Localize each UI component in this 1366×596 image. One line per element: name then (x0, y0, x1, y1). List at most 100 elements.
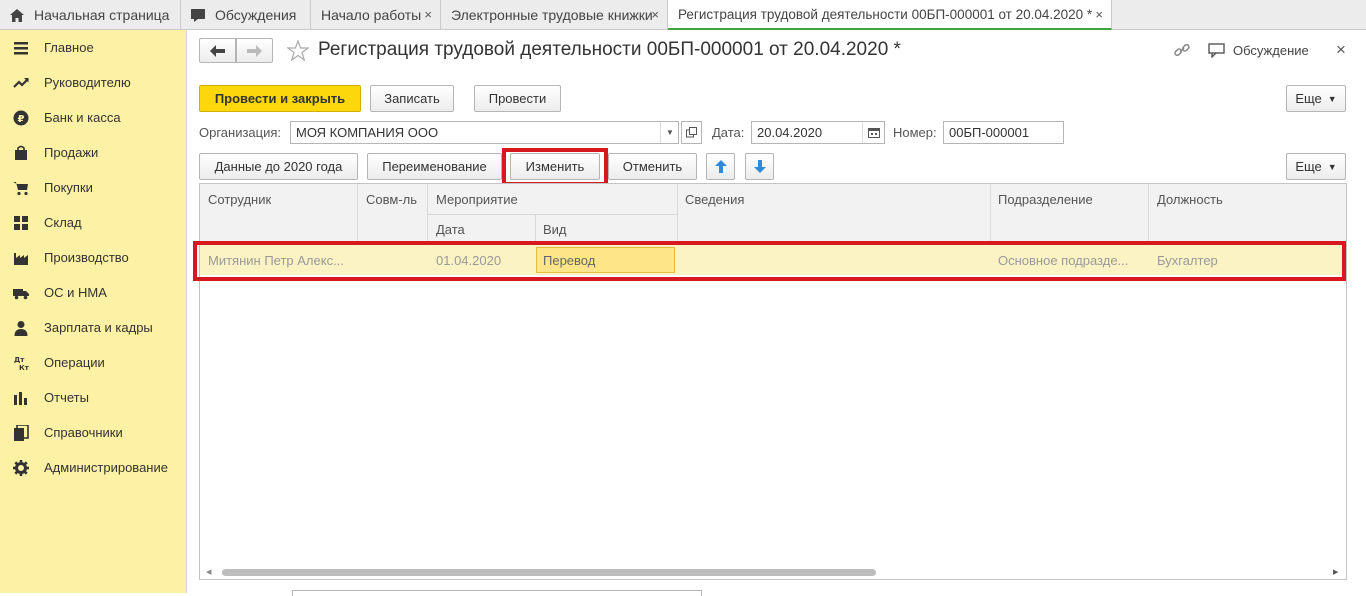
truck-icon (13, 289, 29, 300)
tab-label: Начальная страница (34, 7, 170, 23)
home-icon (10, 8, 24, 22)
svg-text:Дт: Дт (14, 356, 25, 364)
comment-field[interactable] (292, 590, 702, 596)
sidebar-item-label: Банк и касса (44, 110, 121, 125)
tab-label: Электронные трудовые книжки (451, 7, 653, 23)
tab-label: Начало работы (321, 7, 422, 23)
col-department[interactable]: Подразделение (998, 192, 1093, 207)
tab-electronic-workbooks[interactable]: Электронные трудовые книжки × (441, 0, 668, 30)
close-icon[interactable]: × (424, 7, 432, 22)
scroll-left-icon[interactable]: ◀ (206, 568, 211, 576)
cancel-button[interactable]: Отменить (608, 153, 697, 180)
sidebar-item-label: Справочники (44, 425, 123, 440)
move-up-button[interactable] (706, 153, 735, 180)
post-and-close-button[interactable]: Провести и закрыть (199, 85, 361, 112)
table-more-button[interactable]: Еще ▼ (1286, 153, 1346, 180)
book-icon (14, 425, 29, 441)
sidebar-item-production[interactable]: Производство (0, 240, 187, 275)
dropdown-icon[interactable]: ▼ (660, 122, 679, 143)
tab-label: Регистрация трудовой деятельности 00БП-0… (678, 6, 1093, 22)
col-info[interactable]: Сведения (685, 192, 745, 207)
sidebar-item-reports[interactable]: Отчеты (0, 380, 187, 415)
open-icon[interactable] (681, 121, 702, 144)
sidebar-item-label: Склад (44, 215, 82, 230)
organization-field[interactable]: МОЯ КОМПАНИЯ ООО (290, 121, 679, 144)
col-part-time[interactable]: Совм-ль (366, 192, 418, 207)
sidebar-item-administration[interactable]: Администрирование (0, 450, 187, 485)
sidebar-item-label: Администрирование (44, 460, 168, 475)
back-button[interactable] (199, 38, 236, 63)
bag-icon (15, 145, 27, 160)
col-event-type[interactable]: Вид (543, 222, 567, 237)
scroll-right-icon[interactable]: ▶ (1333, 568, 1338, 576)
person-icon (14, 321, 28, 336)
col-event[interactable]: Мероприятие (436, 192, 518, 207)
warehouse-icon (14, 216, 28, 230)
sidebar-item-fixed-assets[interactable]: ОС и НМА (0, 275, 187, 310)
tab-discussions[interactable]: Обсуждения (181, 0, 311, 30)
pre-2020-data-button[interactable]: Данные до 2020 года (199, 153, 358, 180)
organization-label: Организация: (199, 125, 282, 140)
rename-button[interactable]: Переименование (367, 153, 502, 180)
bar-chart-icon (14, 392, 27, 405)
tab-registration[interactable]: Регистрация трудовой деятельности 00БП-0… (668, 0, 1112, 30)
more-button[interactable]: Еще ▼ (1286, 85, 1346, 112)
sidebar-item-label: ОС и НМА (44, 285, 107, 300)
sidebar-item-sales[interactable]: Продажи (0, 135, 187, 170)
sidebar-item-purchases[interactable]: Покупки (0, 170, 187, 205)
chat-icon (191, 8, 205, 22)
chat-icon (1208, 42, 1225, 58)
col-employee[interactable]: Сотрудник (208, 192, 272, 207)
sidebar-item-label: Зарплата и кадры (44, 320, 153, 335)
scrollbar-thumb[interactable] (222, 569, 876, 576)
sidebar-item-label: Покупки (44, 180, 93, 195)
factory-icon (14, 253, 28, 265)
tab-label: Обсуждения (215, 7, 297, 23)
sidebar-item-label: Руководителю (44, 75, 131, 90)
tab-home[interactable]: Начальная страница (0, 0, 181, 30)
sidebar-item-label: Отчеты (44, 390, 89, 405)
chevron-down-icon: ▼ (1327, 93, 1337, 104)
sidebar-item-directories[interactable]: Справочники (0, 415, 187, 450)
forward-button[interactable] (236, 38, 273, 63)
change-button-highlight (502, 148, 608, 186)
discussion-label: Обсуждение (1233, 42, 1309, 58)
sidebar: Главное Руководителю ₽ Банк и касса Прод… (0, 30, 187, 593)
close-icon[interactable]: × (651, 7, 659, 22)
close-icon[interactable]: × (1095, 7, 1103, 22)
close-form-icon[interactable]: × (1336, 40, 1346, 60)
sidebar-item-label: Главное (44, 40, 94, 55)
gear-icon (13, 460, 29, 476)
sidebar-item-label: Операции (44, 355, 105, 370)
move-down-button[interactable] (745, 153, 774, 180)
dt-kt-icon: ДтКт (14, 356, 29, 371)
organization-value: МОЯ КОМПАНИЯ ООО (296, 125, 439, 140)
horizontal-scrollbar[interactable]: ◀ ▶ (200, 565, 1346, 579)
sidebar-item-manager[interactable]: Руководителю (0, 65, 187, 100)
star-icon[interactable] (287, 40, 309, 61)
date-value: 20.04.2020 (757, 125, 823, 140)
menu-icon (14, 42, 28, 55)
discussion-button[interactable]: Обсуждение (1208, 42, 1309, 58)
ruble-icon: ₽ (13, 110, 29, 126)
arrow-down-icon (753, 160, 766, 173)
sidebar-item-salary[interactable]: Зарплата и кадры (0, 310, 187, 345)
row-highlight (193, 241, 1346, 281)
number-field[interactable]: 00БП-000001 (943, 121, 1064, 144)
col-position[interactable]: Должность (1157, 192, 1223, 207)
sidebar-item-bank[interactable]: ₽ Банк и касса (0, 100, 187, 135)
sidebar-item-label: Продажи (44, 145, 99, 160)
sidebar-item-main[interactable]: Главное (0, 30, 187, 65)
more-label: Еще (1295, 159, 1322, 174)
save-button[interactable]: Записать (370, 85, 454, 112)
sidebar-item-warehouse[interactable]: Склад (0, 205, 187, 240)
calendar-icon[interactable] (862, 122, 884, 143)
arrow-right-icon (247, 44, 262, 57)
tab-getting-started[interactable]: Начало работы × (311, 0, 441, 30)
sidebar-item-operations[interactable]: Дт Кт Операции (0, 345, 187, 380)
sidebar-item-label: Производство (44, 250, 129, 265)
post-button[interactable]: Провести (474, 85, 561, 112)
link-icon[interactable] (1174, 42, 1190, 58)
col-event-date[interactable]: Дата (436, 222, 465, 237)
svg-text:Кт: Кт (19, 364, 29, 371)
